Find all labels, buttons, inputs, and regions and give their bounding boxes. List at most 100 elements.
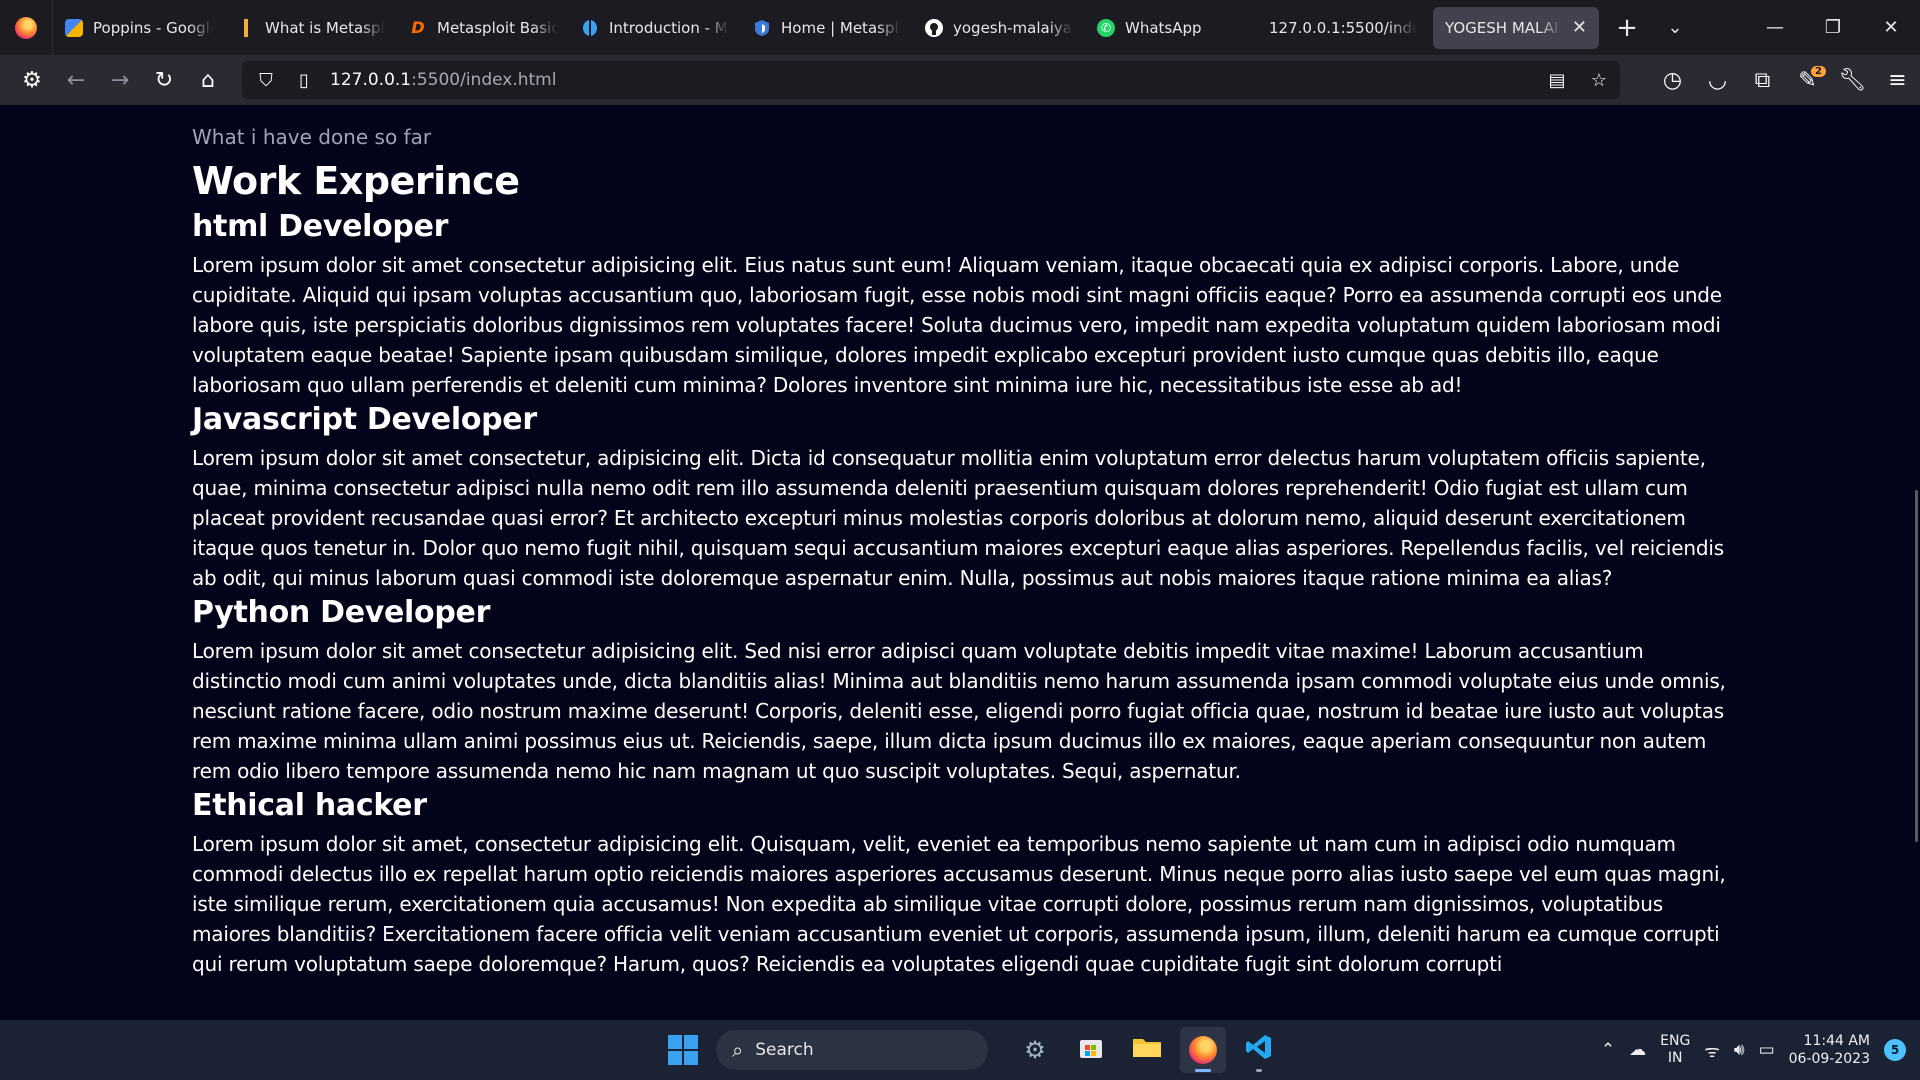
onedrive-icon[interactable]: ☁ [1629,1040,1646,1060]
close-window-button[interactable]: ✕ [1862,0,1920,55]
volume-icon[interactable]: 🔊︎ [1734,1040,1745,1060]
home-icon: ⌂ [201,67,215,93]
new-tab-button[interactable]: + [1603,7,1651,49]
settings-gear-icon: ⚙ [1024,1036,1046,1064]
hamburger-menu-icon: ≡ [1888,67,1907,93]
page-viewport[interactable]: What i have done so far Work Experince h… [0,105,1920,1020]
clock-time: 11:44 AM [1803,1033,1870,1049]
start-button[interactable] [660,1027,706,1073]
search-icon: ⌕ [732,1038,744,1062]
taskbar-apps: ⌕ Search ⚙ [660,1020,1282,1080]
list-all-tabs-button[interactable]: ⌄ [1651,7,1699,49]
job-item: Python Developer Lorem ipsum dolor sit a… [192,595,1727,786]
tab-home-metasploit[interactable]: Home | Metasploi [741,7,913,49]
restore-button[interactable]: ❐ [1804,0,1862,55]
history-button[interactable]: ◷ [1650,62,1695,98]
battery-icon[interactable]: ▭ [1759,1040,1775,1060]
taskbar-vscode[interactable] [1236,1027,1282,1073]
pocket-button[interactable]: ◡ [1695,62,1740,98]
taskbar-store[interactable] [1068,1027,1114,1073]
extension-badge: 2 [1811,66,1826,77]
gear-icon: ⚙ [22,67,42,93]
search-label: Search [755,1040,814,1060]
address-bar[interactable]: ⛉ ▯ 127.0.0.1:5500/index.html ▤ ☆ [242,61,1620,99]
vertical-scrollbar[interactable] [1915,490,1918,842]
toolbar-buttons: ◷ ◡ ⧉ ✎ 2 🔧︎ ≡ [1650,55,1920,105]
clock-icon: ◷ [1662,67,1683,93]
intro-icon [581,19,599,37]
job-description: Lorem ipsum dolor sit amet consectetur, … [192,446,1724,590]
vscode-icon [1245,1033,1273,1067]
tab-title: Metasploit Basics [437,18,557,37]
clock[interactable]: 11:44 AM 06-09-2023 [1789,1032,1870,1068]
tab-poppins[interactable]: Poppins - Google [53,7,225,49]
arrow-left-icon: ← [66,67,86,93]
firefox-icon [1189,1036,1217,1064]
tab-strip: Poppins - Google What is Metasplo D Meta… [0,0,1920,55]
back-button[interactable]: ← [54,62,98,98]
navigation-toolbar: ⚙ ← → ↻ ⌂ ⛉ ▯ 127.0.0.1:5500/index.html … [0,55,1920,105]
folder-icon [1132,1035,1162,1065]
metasploit-bar-icon [237,18,255,37]
notification-badge[interactable]: 5 [1884,1039,1906,1061]
tab-title: 127.0.0.1:5500/index.h [1269,18,1417,37]
extension-notify-button[interactable]: ✎ 2 [1785,62,1830,98]
tab-what-is-metasploit[interactable]: What is Metasplo [225,7,397,49]
close-tab-icon[interactable]: ✕ [1572,18,1587,37]
tab-title: Poppins - Google [93,18,213,37]
windows-logo-icon [661,1028,705,1072]
close-icon: ✕ [1883,17,1899,38]
running-indicator [1256,1069,1262,1072]
taskbar-settings[interactable]: ⚙ [1012,1027,1058,1073]
minimize-button[interactable]: — [1746,0,1804,55]
system-tray: ⌃ ☁ ENG IN ᯤ 🔊︎ ▭ 11:44 AM 06-09-2023 5 [1601,1020,1920,1080]
tab-title: yogesh-malaiya/ [953,18,1073,37]
running-indicator [1195,1069,1211,1072]
bookmark-star-icon[interactable]: ☆ [1584,70,1614,91]
tab-metasploit-basics[interactable]: D Metasploit Basics [397,7,569,49]
reload-button[interactable]: ↻ [142,62,186,98]
tab-whatsapp[interactable]: ✆ WhatsApp [1085,7,1257,49]
tab-title: YOGESH MALAIYA [1445,18,1562,37]
wrench-icon: 🔧︎ [1838,67,1867,93]
pocket-icon: ◡ [1707,67,1728,93]
restore-icon: ❐ [1824,17,1842,38]
tab-introduction[interactable]: Introduction - Me [569,7,741,49]
tab-localhost[interactable]: 127.0.0.1:5500/index.h [1257,7,1429,49]
chevron-up-icon[interactable]: ⌃ [1601,1040,1615,1060]
devtools-button[interactable]: 🔧︎ [1830,62,1875,98]
job-item: html Developer Lorem ipsum dolor sit ame… [192,209,1727,400]
tab-title: Introduction - Me [609,18,729,37]
job-title: html Developer [192,209,449,244]
tab-yogesh-malaiya-active[interactable]: YOGESH MALAIYA ✕ [1433,6,1599,49]
github-icon [925,18,943,37]
settings-button[interactable]: ⚙ [10,62,54,98]
taskbar-firefox[interactable] [1180,1027,1226,1073]
store-icon [1078,1034,1104,1066]
job-title: Javascript Developer [192,402,537,437]
page-icon: ▯ [299,69,309,91]
shield-tab-icon [753,19,771,37]
extensions-button[interactable]: ⧉ [1740,62,1785,98]
region-code: IN [1667,1050,1683,1066]
puzzle-icon: ⧉ [1754,67,1771,93]
tab-title: Home | Metasploi [781,18,901,37]
whatsapp-icon: ✆ [1097,18,1115,37]
shield-icon[interactable]: ⛉ [254,68,278,92]
home-button[interactable]: ⌂ [186,62,230,98]
forward-button[interactable]: → [98,62,142,98]
taskbar-search[interactable]: ⌕ Search [716,1030,988,1070]
taskbar-file-explorer[interactable] [1124,1027,1170,1073]
job-description: Lorem ipsum dolor sit amet consectetur a… [192,253,1722,397]
app-menu-button[interactable]: ≡ [1875,62,1920,98]
arrow-right-icon: → [110,67,130,93]
section-subtitle: What i have done so far [192,125,432,149]
work-experience-section: What i have done so far Work Experince h… [192,125,1727,979]
firefox-view-button[interactable] [0,0,53,55]
job-description: Lorem ipsum dolor sit amet, consectetur … [192,832,1726,976]
wifi-icon[interactable]: ᯤ [1704,1039,1720,1062]
language-code: ENG [1660,1033,1691,1049]
language-indicator[interactable]: ENG IN [1660,1033,1690,1067]
tab-github[interactable]: yogesh-malaiya/ [913,7,1085,49]
reader-view-icon[interactable]: ▤ [1542,70,1572,91]
